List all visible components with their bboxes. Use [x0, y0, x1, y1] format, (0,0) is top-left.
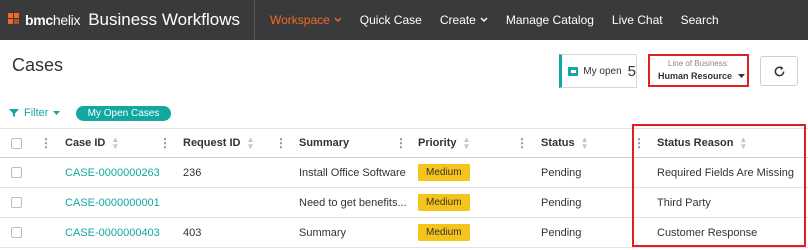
nav-workspace-label: Workspace [269, 13, 330, 27]
nav-search[interactable]: Search [672, 0, 728, 40]
nav-manage-catalog[interactable]: Manage Catalog [497, 0, 603, 40]
case-id-link[interactable]: CASE-0000000403 [65, 218, 160, 247]
nav-create[interactable]: Create [431, 0, 497, 40]
caret-down-icon [737, 74, 745, 78]
row-checkbox[interactable] [11, 167, 22, 178]
select-all-checkbox[interactable] [11, 137, 22, 149]
sort-icon[interactable]: ▲ ▼ [581, 136, 589, 151]
summary-cell: Need to get benefits... [299, 196, 407, 209]
my-open-cases-chip[interactable]: My Open Cases [76, 106, 171, 121]
column-menu-icon[interactable]: ⋮ [275, 129, 287, 157]
column-header-summary[interactable]: Summary [299, 129, 349, 157]
select-all-cell [11, 129, 22, 157]
priority-badge: Medium [418, 164, 470, 181]
sort-icon[interactable]: ▲ ▼ [111, 136, 119, 151]
nav-workspace[interactable]: Workspace [261, 0, 351, 40]
row-checkbox-cell [11, 188, 22, 217]
status-cell: Pending [541, 166, 582, 179]
logo-helix: helix [52, 12, 81, 28]
nav-divider [253, 0, 255, 40]
summary-cell: Install Office Software [299, 166, 406, 179]
row-checkbox[interactable] [11, 197, 22, 208]
app-title: Business Workflows [88, 10, 240, 29]
column-menu-icon[interactable]: ⋮ [159, 129, 171, 157]
column-menu-icon[interactable]: ⋮ [516, 129, 528, 157]
caret-down-icon [53, 110, 61, 115]
column-header-label: Summary [299, 137, 350, 149]
priority-cell: Medium [418, 188, 470, 217]
sort-icon[interactable]: ▲ ▼ [463, 136, 471, 151]
priority-badge: Medium [418, 224, 470, 241]
bmc-logo-icon [8, 13, 22, 27]
page-title: Cases [12, 55, 64, 75]
logo-bmc: bmc [25, 12, 53, 28]
refresh-icon [774, 65, 784, 76]
chevron-down-icon [480, 17, 488, 22]
column-header-label: Case ID [65, 137, 106, 149]
filter-icon [9, 109, 19, 117]
my-open-label: My open [583, 65, 622, 77]
line-of-business-selector[interactable]: Line of Business: Human Resource [648, 54, 749, 87]
filter-label: Filter [24, 107, 49, 119]
column-header-status[interactable]: Status ▲ ▼ [541, 129, 589, 157]
status-reason-highlight [632, 124, 806, 247]
chevron-down-icon [334, 17, 342, 22]
inbox-icon [568, 66, 579, 76]
line-of-business-value-row[interactable]: Human Resource [654, 71, 745, 81]
refresh-button[interactable] [760, 56, 798, 86]
logo-text: bmchelix [25, 12, 80, 28]
nav-live-chat[interactable]: Live Chat [603, 0, 672, 40]
case-id-link[interactable]: CASE-0000000001 [65, 188, 160, 217]
column-header-label: Request ID [183, 137, 241, 149]
column-header-priority[interactable]: Priority ▲ ▼ [418, 129, 470, 157]
case-id-link[interactable]: CASE-0000000263 [65, 158, 160, 187]
priority-cell: Medium [418, 158, 470, 187]
column-header-case-id[interactable]: Case ID ▲ ▼ [65, 129, 119, 157]
priority-cell: Medium [418, 218, 470, 247]
priority-badge: Medium [418, 194, 470, 211]
top-nav-bar: bmchelix Business Workflows Workspace Qu… [0, 0, 808, 40]
column-menu-icon[interactable]: ⋮ [40, 129, 52, 157]
request-id-cell: 236 [183, 166, 202, 179]
line-of-business-label: Line of Business: [668, 59, 729, 68]
my-open-count: 5 [627, 62, 636, 80]
row-checkbox-cell [11, 158, 22, 187]
request-id-cell: 403 [183, 226, 202, 239]
status-cell: Pending [541, 196, 582, 209]
row-checkbox[interactable] [11, 227, 22, 238]
nav-manage-catalog-label: Manage Catalog [505, 13, 594, 27]
column-header-label: Priority [418, 137, 457, 149]
row-checkbox-cell [11, 218, 22, 247]
summary-cell: Summary [299, 226, 347, 239]
sort-icon[interactable]: ▲ ▼ [246, 136, 254, 151]
my-open-counter[interactable]: My open 5 [559, 54, 637, 88]
column-header-label: Status [541, 137, 575, 149]
status-cell: Pending [541, 226, 582, 239]
nav-live-chat-label: Live Chat [611, 13, 663, 27]
column-menu-icon[interactable]: ⋮ [395, 129, 407, 157]
nav-create-label: Create [439, 13, 476, 27]
line-of-business-value: Human Resource [658, 71, 733, 81]
filter-dropdown[interactable]: Filter [9, 107, 61, 119]
nav-quick-case-label: Quick Case [359, 13, 422, 27]
nav-search-label: Search [680, 13, 719, 27]
nav-quick-case[interactable]: Quick Case [351, 0, 431, 40]
bmc-helix-logo[interactable]: bmchelix [8, 0, 80, 40]
main-nav: Workspace Quick Case Create Manage Catal… [261, 0, 728, 40]
column-header-request-id[interactable]: Request ID ▲ ▼ [183, 129, 254, 157]
